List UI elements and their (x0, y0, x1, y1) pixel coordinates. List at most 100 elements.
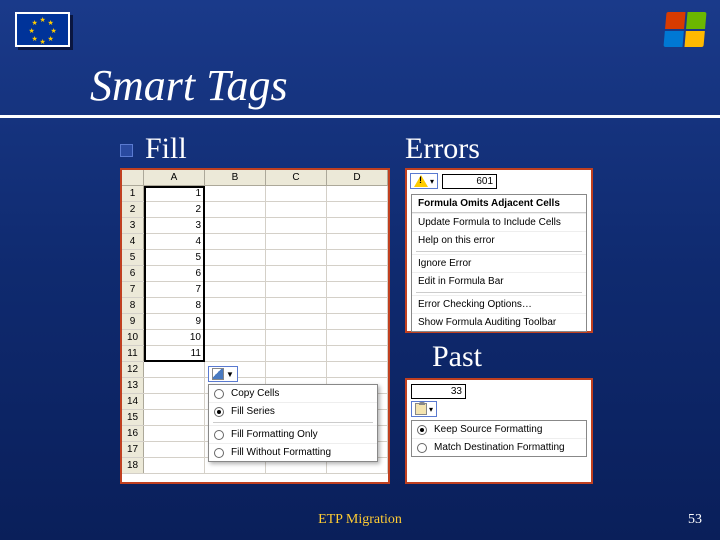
cell[interactable] (266, 202, 327, 217)
header-bar: ★★ ★★ ★★ ★★ (0, 12, 720, 47)
table-row: 44 (122, 234, 388, 250)
cell[interactable] (266, 282, 327, 297)
menu-item-fill-without-formatting[interactable]: Fill Without Formatting (209, 443, 377, 461)
row-header[interactable]: 12 (122, 362, 144, 377)
menu-item-update-formula[interactable]: Update Formula to Include Cells (412, 213, 586, 231)
cell[interactable] (327, 250, 388, 265)
cell[interactable] (205, 218, 266, 233)
row-header[interactable]: 9 (122, 314, 144, 329)
col-header[interactable]: D (327, 170, 388, 185)
row-header[interactable]: 6 (122, 266, 144, 281)
cell[interactable] (205, 298, 266, 313)
cell[interactable] (266, 186, 327, 201)
menu-item-copy-cells[interactable]: Copy Cells (209, 385, 377, 402)
bullet-icon (120, 144, 133, 157)
cell[interactable] (327, 266, 388, 281)
cell[interactable] (327, 298, 388, 313)
cell[interactable]: 5 (144, 250, 205, 265)
cell[interactable] (205, 186, 266, 201)
smarttag-error-button[interactable]: ▾ (410, 173, 438, 189)
cell[interactable] (327, 346, 388, 361)
cell[interactable]: 6 (144, 266, 205, 281)
cell[interactable] (327, 362, 388, 377)
row-header[interactable]: 11 (122, 346, 144, 361)
cell[interactable]: 11 (144, 346, 205, 361)
cell[interactable] (266, 346, 327, 361)
row-header[interactable]: 13 (122, 378, 144, 393)
cell[interactable]: 3 (144, 218, 205, 233)
cell[interactable] (327, 314, 388, 329)
cell[interactable] (266, 234, 327, 249)
cell[interactable] (205, 250, 266, 265)
menu-item-edit-formula[interactable]: Edit in Formula Bar (412, 272, 586, 290)
cell[interactable] (205, 314, 266, 329)
cell[interactable] (144, 426, 205, 441)
cell[interactable]: 1 (144, 186, 205, 201)
cell[interactable] (266, 298, 327, 313)
cell[interactable] (266, 266, 327, 281)
row-header[interactable]: 7 (122, 282, 144, 297)
cell[interactable]: 2 (144, 202, 205, 217)
row-header[interactable]: 5 (122, 250, 144, 265)
row-header[interactable]: 14 (122, 394, 144, 409)
cell[interactable] (327, 218, 388, 233)
menu-item-auditing-toolbar[interactable]: Show Formula Auditing Toolbar (412, 313, 586, 331)
cell[interactable] (266, 218, 327, 233)
menu-item-fill-formatting[interactable]: Fill Formatting Only (209, 425, 377, 443)
row-header[interactable]: 15 (122, 410, 144, 425)
cell[interactable] (144, 458, 205, 473)
menu-item-help[interactable]: Help on this error (412, 231, 586, 249)
cell[interactable] (144, 442, 205, 457)
cell[interactable]: 9 (144, 314, 205, 329)
row-header[interactable]: 16 (122, 426, 144, 441)
cell[interactable] (205, 202, 266, 217)
row-header[interactable]: 10 (122, 330, 144, 345)
col-header[interactable]: B (205, 170, 266, 185)
menu-label: Keep Source Formatting (434, 424, 542, 435)
cell[interactable] (205, 330, 266, 345)
cell[interactable] (144, 362, 205, 377)
col-header[interactable]: C (266, 170, 327, 185)
cell[interactable] (327, 186, 388, 201)
cell[interactable] (327, 282, 388, 297)
cell[interactable] (327, 330, 388, 345)
row-header[interactable]: 18 (122, 458, 144, 473)
cell[interactable] (266, 362, 327, 377)
cell[interactable] (205, 282, 266, 297)
row-header[interactable]: 1 (122, 186, 144, 201)
menu-item-match-destination[interactable]: Match Destination Formatting (412, 438, 586, 456)
windows-logo-icon (663, 12, 706, 47)
cell[interactable]: 4 (144, 234, 205, 249)
menu-item-ignore[interactable]: Ignore Error (412, 254, 586, 272)
cell[interactable]: 8 (144, 298, 205, 313)
menu-item-fill-series[interactable]: Fill Series (209, 402, 377, 420)
menu-item-keep-source[interactable]: Keep Source Formatting (412, 421, 586, 438)
table-row: 12 (122, 362, 388, 378)
cell[interactable] (327, 202, 388, 217)
cell[interactable] (205, 266, 266, 281)
row-header[interactable]: 17 (122, 442, 144, 457)
past-panel: 33 ▾ Keep Source Formatting Match Destin… (405, 378, 593, 484)
row-header[interactable]: 3 (122, 218, 144, 233)
row-header[interactable]: 4 (122, 234, 144, 249)
smarttag-fill-button[interactable]: ▼ (208, 366, 238, 383)
col-header[interactable]: A (144, 170, 205, 185)
column-headers: A B C D (122, 170, 388, 186)
cell[interactable] (205, 346, 266, 361)
cell[interactable] (266, 330, 327, 345)
cell[interactable] (327, 234, 388, 249)
cell[interactable] (144, 394, 205, 409)
cell[interactable] (205, 234, 266, 249)
smarttag-paste-button[interactable]: ▾ (411, 401, 437, 417)
cell[interactable]: 10 (144, 330, 205, 345)
row-header[interactable]: 8 (122, 298, 144, 313)
chevron-down-icon: ▼ (226, 370, 234, 379)
cell[interactable] (266, 250, 327, 265)
cell[interactable]: 7 (144, 282, 205, 297)
cell[interactable] (144, 410, 205, 425)
menu-item-options[interactable]: Error Checking Options… (412, 295, 586, 313)
cell[interactable] (144, 378, 205, 393)
cell[interactable] (266, 314, 327, 329)
table-row: 22 (122, 202, 388, 218)
row-header[interactable]: 2 (122, 202, 144, 217)
